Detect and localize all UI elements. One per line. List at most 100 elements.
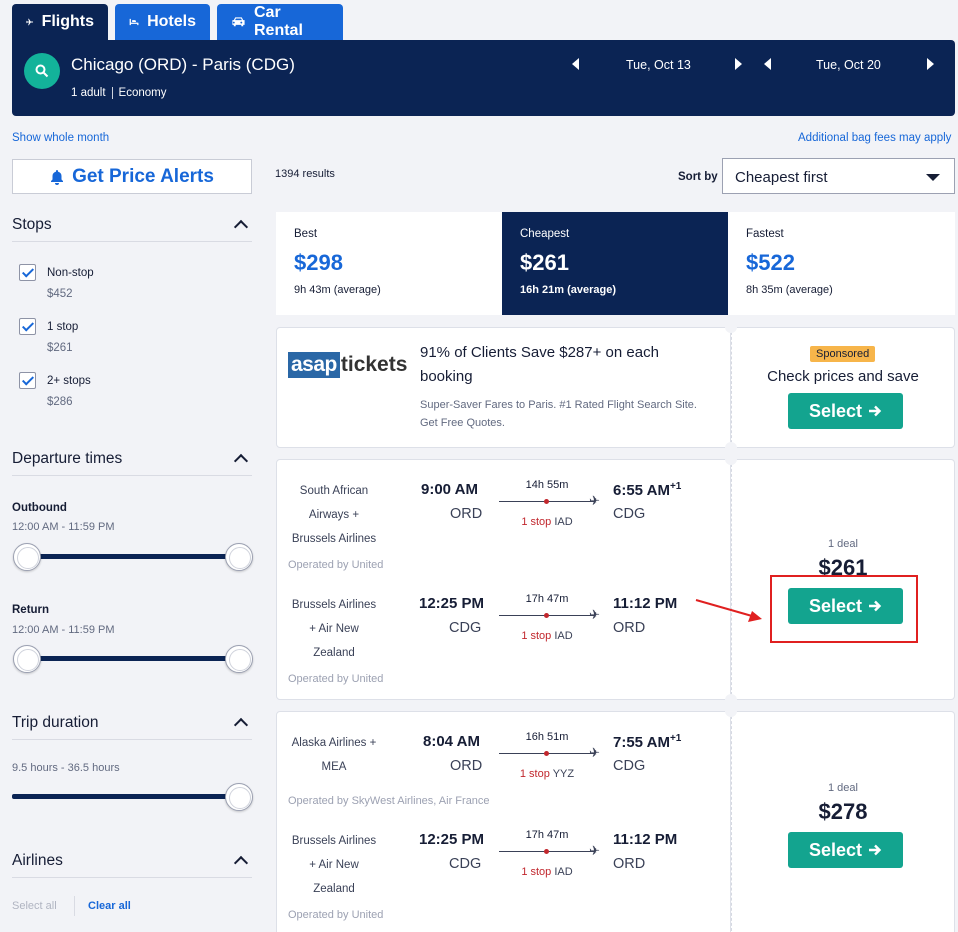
summary-price: $298: [294, 250, 343, 275]
route-text[interactable]: Chicago (ORD) - Paris (CDG): [71, 55, 295, 75]
operated-by: Operated by United: [288, 909, 384, 921]
summary-tab-fastest[interactable]: Fastest $522 8h 35m (average): [728, 212, 955, 315]
airlines-title: Airlines: [12, 852, 63, 869]
summary-tab-cheapest[interactable]: Cheapest $261 16h 21m (average): [502, 212, 728, 315]
departure-airport: CDG: [449, 620, 482, 636]
chevron-up-icon[interactable]: [233, 855, 249, 871]
depart-next-day-icon[interactable]: [735, 58, 742, 70]
departure-airport: CDG: [449, 856, 482, 872]
next-day-indicator: +1: [669, 481, 682, 492]
select-label: Select: [808, 400, 863, 421]
summary-price: $522: [746, 250, 795, 275]
return-slider-track[interactable]: [20, 656, 238, 661]
flight-select-button[interactable]: Select: [788, 832, 903, 868]
ad-select-button[interactable]: Select: [788, 393, 903, 429]
annotation-highlight-box: [770, 575, 918, 643]
airline-name: Brussels Airlines + Air New Zealand: [291, 599, 377, 659]
price-alerts-label: Get Price Alerts: [72, 165, 214, 187]
duration-range: 9.5 hours - 36.5 hours: [12, 762, 120, 774]
logo-part-a: asap: [288, 352, 340, 378]
outbound-slider-track[interactable]: [20, 554, 238, 559]
search-icon: [35, 64, 49, 78]
ad-headline: 91% of Clients Save $287+ on each bookin…: [420, 344, 659, 385]
departure-airport: ORD: [450, 758, 483, 774]
bell-icon: [51, 169, 64, 185]
outbound-range: 12:00 AM - 11:59 PM: [12, 521, 115, 533]
travelers-cabin[interactable]: 1 adult Economy: [71, 87, 166, 99]
outbound-slider-min-handle[interactable]: [13, 543, 41, 571]
trip-duration-title: Trip duration: [12, 714, 99, 731]
stop-price: $261: [47, 342, 73, 354]
search-button[interactable]: [24, 53, 60, 89]
tab-hotels[interactable]: Hotels: [115, 4, 210, 40]
return-prev-day-icon[interactable]: [764, 58, 771, 70]
plane-icon: ✈: [589, 607, 600, 622]
tab-flights[interactable]: Flights: [12, 4, 108, 40]
stops-info: 1 stop IAD: [521, 516, 573, 528]
stop-2plus-checkbox[interactable]: [19, 372, 36, 389]
outbound-slider-max-handle[interactable]: [225, 543, 253, 571]
arrival-airport: ORD: [613, 620, 646, 636]
sort-dropdown[interactable]: Cheapest first: [722, 158, 955, 194]
flight-duration: 14h 55m: [525, 479, 569, 491]
tab-car-rental-label: Car Rental: [254, 4, 303, 39]
tab-flights-label: Flights: [41, 13, 94, 30]
chevron-down-icon: [926, 174, 940, 181]
price-alerts-button[interactable]: Get Price Alerts: [12, 159, 252, 194]
arrival-airport: CDG: [613, 758, 646, 774]
select-all-airlines[interactable]: Select all: [12, 900, 57, 912]
stop-label: 1 stop: [47, 321, 79, 333]
return-label: Return: [12, 604, 50, 616]
search-summary-bar: Chicago (ORD) - Paris (CDG) 1 adult Econ…: [12, 40, 955, 116]
sort-value: Cheapest first: [735, 169, 828, 186]
depart-prev-day-icon[interactable]: [572, 58, 579, 70]
duration-slider-handle[interactable]: [225, 783, 253, 811]
stops-title: Stops: [12, 216, 52, 233]
divider: [12, 877, 252, 878]
departure-time: 12:25 PM: [419, 595, 485, 612]
asaptickets-logo: asap tickets: [288, 352, 407, 378]
show-whole-month-link[interactable]: Show whole month: [12, 132, 109, 144]
ticket-notch: [725, 321, 737, 333]
chevron-up-icon[interactable]: [233, 219, 249, 235]
chevron-up-icon[interactable]: [233, 453, 249, 469]
departure-times-title: Departure times: [12, 450, 123, 467]
depart-date[interactable]: Tue, Oct 13: [626, 58, 691, 72]
arrival-time: 6:55 AM+1: [613, 481, 682, 499]
summary-tab-best[interactable]: Best $298 9h 43m (average): [276, 212, 502, 315]
stop-nonstop-checkbox[interactable]: [19, 264, 36, 281]
return-date[interactable]: Tue, Oct 20: [816, 58, 881, 72]
flight-duration: 17h 47m: [525, 593, 569, 605]
arrival-airport: CDG: [613, 506, 646, 522]
summary-label: Best: [294, 228, 318, 240]
flight-price: $278: [818, 799, 868, 824]
chevron-up-icon[interactable]: [233, 717, 249, 733]
stop-label: Non-stop: [47, 267, 94, 279]
stop-price: $452: [47, 288, 73, 300]
layover-dot: [544, 849, 549, 854]
operated-by: Operated by United: [288, 559, 384, 571]
return-slider-max-handle[interactable]: [225, 645, 253, 673]
return-slider-min-handle[interactable]: [13, 645, 41, 673]
tab-car-rental[interactable]: Car Rental: [217, 4, 343, 40]
divider: [12, 475, 252, 476]
stop-1-checkbox[interactable]: [19, 318, 36, 335]
flight-duration: 16h 51m: [525, 731, 569, 743]
clear-all-airlines[interactable]: Clear all: [88, 900, 131, 912]
return-next-day-icon[interactable]: [927, 58, 934, 70]
airline-name: Brussels Airlines + Air New Zealand: [291, 835, 377, 895]
sponsored-badge: Sponsored: [810, 346, 876, 362]
stops-info: 1 stop IAD: [521, 866, 573, 878]
duration-slider-track[interactable]: [12, 794, 238, 799]
layover-dot: [544, 499, 549, 504]
layover-dot: [544, 613, 549, 618]
stops-info: 1 stop IAD: [521, 630, 573, 642]
cabin-class: Economy: [118, 87, 167, 99]
stops-info: 1 stop YYZ: [519, 768, 575, 780]
summary-average: 16h 21m (average): [520, 284, 616, 296]
ad-cta-text: Check prices and save: [767, 368, 919, 385]
sort-label: Sort by: [678, 171, 718, 183]
divider: [12, 241, 252, 242]
plane-icon: ✈: [589, 843, 600, 858]
bag-fees-link[interactable]: Additional bag fees may apply: [798, 132, 951, 144]
